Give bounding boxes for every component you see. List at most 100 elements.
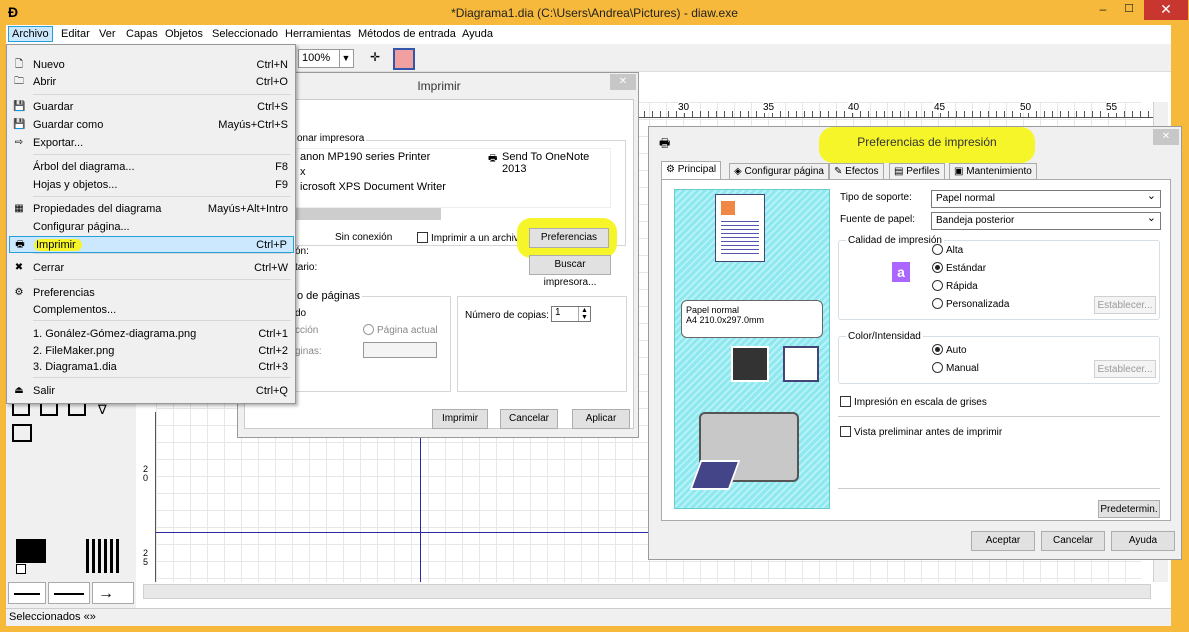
menu-item-1-gonález-gómez-diagrama-png[interactable]: 1. Gonález-Gómez-diagrama.png Ctrl+1 (9, 326, 294, 343)
menu-item-propiedades-del-diagrama[interactable]: ▦ Propiedades del diagrama Mayús+Alt+Intro (9, 201, 294, 218)
tab-mantenimiento[interactable]: ▣ Mantenimiento (949, 163, 1037, 180)
zoom-select[interactable]: 100% ▼ (298, 49, 354, 68)
spinner-icon[interactable]: ▲ ▼ (578, 307, 590, 321)
range-all[interactable]: do (295, 308, 306, 319)
defaults-button[interactable]: Predetermin. (1098, 500, 1160, 518)
menu-metodos[interactable]: Métodos de entrada (358, 28, 456, 40)
printer-item[interactable]: icrosoft XPS Document Writer (300, 181, 446, 193)
apply-button[interactable]: Aplicar (572, 409, 630, 429)
menu-item-shortcut: Ctrl+S (257, 101, 288, 113)
quality-personalizada[interactable]: Personalizada (932, 298, 1009, 310)
tab-configurar[interactable]: ◈ Configurar página (729, 163, 829, 180)
menu-item-shortcut: Ctrl+N (256, 59, 288, 71)
quality-estandar[interactable]: Estándar (932, 262, 986, 274)
print-dialog-close-button[interactable]: ✕ (610, 74, 636, 90)
menu-seleccionado[interactable]: Seleccionado (212, 28, 278, 40)
shape-arrow-icon[interactable]: ∇ (98, 402, 107, 418)
print-button[interactable]: Imprimir (432, 409, 488, 429)
menu-item-preferencias[interactable]: ⚙ Preferencias (9, 285, 294, 302)
menu-item-configurar-página[interactable]: Configurar página... (9, 219, 294, 236)
paper-source-select[interactable]: Bandeja posterior (931, 210, 1161, 230)
minimize-button[interactable]: – (1090, 2, 1116, 20)
menu-item-nuevo[interactable]: 🗋 Nuevo Ctrl+N (9, 57, 294, 74)
printer-item[interactable]: anon MP190 series Printer (300, 151, 430, 163)
menu-item-2-filemaker-png[interactable]: 2. FileMaker.png Ctrl+2 (9, 343, 294, 360)
menu-item-shortcut: Ctrl+W (254, 262, 288, 274)
maximize-button[interactable]: ☐ (1116, 2, 1142, 20)
printer-list[interactable]: anon MP190 series Printer 🖶 Send To OneN… (291, 148, 611, 208)
menu-ver[interactable]: Ver (99, 28, 116, 40)
menu-item-label: Propiedades del diagrama (33, 203, 162, 215)
toolbox: ∇ → (6, 402, 136, 608)
menu-objetos[interactable]: Objetos (165, 28, 203, 40)
menu-item-hojas-y-objetos[interactable]: Hojas y objetos... F9 (9, 177, 294, 194)
tab-principal[interactable]: ⚙ Principal (661, 161, 722, 180)
printer-list-scrollbar[interactable] (291, 208, 441, 220)
menu-item-abrir[interactable]: 🗀 Abrir Ctrl+O (9, 74, 294, 91)
preferences-icon: ⚙ (14, 287, 24, 298)
close-button[interactable]: ✕ (1144, 0, 1188, 20)
shape-triangle-icon[interactable] (68, 404, 86, 416)
page-range-title: o de páginas (295, 290, 362, 302)
line-width-icon[interactable] (86, 539, 122, 573)
menu-item-shortcut: F9 (275, 179, 288, 191)
menu-capas[interactable]: Capas (126, 28, 158, 40)
tab-perfiles[interactable]: ▤ Perfiles (889, 163, 945, 180)
color-toggle-icon[interactable] (393, 48, 415, 70)
color-set-button[interactable]: Establecer... (1094, 360, 1156, 378)
menu-archivo[interactable]: Archivo (8, 26, 53, 42)
menu-item-label: Configurar página... (33, 221, 130, 233)
print-to-file-checkbox[interactable]: Imprimir a un archivo (417, 232, 524, 244)
preferences-button[interactable]: Preferencias (529, 228, 609, 248)
preview-pane: Papel normal A4 210.0x297.0mm (674, 189, 830, 509)
menu-item-exportar[interactable]: ⇨ Exportar... (9, 135, 294, 152)
tab-efectos[interactable]: ✎ Efectos (829, 163, 884, 180)
snap-grid-icon[interactable]: ✛ (366, 50, 384, 68)
menu-item-salir[interactable]: ⏏ Salir Ctrl+Q (9, 383, 294, 400)
quality-rapida[interactable]: Rápida (932, 280, 978, 292)
printer-item[interactable]: x (300, 166, 306, 178)
prefs-cancel-button[interactable]: Cancelar (1041, 531, 1105, 551)
menu-item-guardar-como[interactable]: 💾 Guardar como Mayús+Ctrl+S (9, 117, 294, 134)
background-color-icon[interactable] (16, 564, 26, 574)
duplex-icon (731, 346, 769, 382)
print-preferences-dialog: 🖶 Preferencias de impresión ✕ ⚙ Principa… (648, 126, 1182, 560)
color-manual[interactable]: Manual (932, 362, 979, 374)
cancel-button[interactable]: Cancelar (500, 409, 558, 429)
menu-item-complementos[interactable]: Complementos... (9, 302, 294, 319)
menu-item-cerrar[interactable]: ✖ Cerrar Ctrl+W (9, 260, 294, 277)
line-style-mid[interactable] (48, 582, 90, 604)
foreground-color-icon[interactable] (16, 539, 46, 563)
menu-separator (33, 253, 291, 254)
quality-set-button[interactable]: Establecer... (1094, 296, 1156, 314)
grayscale-checkbox[interactable]: Impresión en escala de grises (840, 396, 987, 408)
scrollbar-horizontal[interactable] (143, 584, 1151, 599)
menu-ayuda[interactable]: Ayuda (462, 28, 493, 40)
media-type-select[interactable]: Papel normal (931, 188, 1161, 208)
shape-box-icon[interactable] (12, 424, 32, 442)
copies-input[interactable]: 1 ▲ ▼ (551, 306, 591, 322)
menu-item-3-diagrama1-dia[interactable]: 3. Diagrama1.dia Ctrl+3 (9, 359, 294, 376)
prefs-close-button[interactable]: ✕ (1153, 129, 1179, 145)
printer-item[interactable]: Send To OneNote 2013 (502, 151, 610, 175)
menu-herramientas[interactable]: Herramientas (285, 28, 351, 40)
line-style-start[interactable] (8, 582, 46, 604)
menu-item-guardar[interactable]: 💾 Guardar Ctrl+S (9, 99, 294, 116)
range-current-radio[interactable]: Página actual (363, 324, 438, 336)
quality-rapida-label: Rápida (946, 281, 978, 292)
close-icon: ✖ (14, 262, 24, 273)
help-button[interactable]: Ayuda (1111, 531, 1175, 551)
shape-rectangle-icon[interactable] (12, 404, 30, 416)
preview-checkbox[interactable]: Vista preliminar antes de imprimir (840, 426, 1002, 438)
range-selection[interactable]: cción (295, 325, 318, 336)
color-auto[interactable]: Auto (932, 344, 967, 356)
menu-item-árbol-del-diagrama[interactable]: Árbol del diagrama... F8 (9, 159, 294, 176)
shape-document-icon[interactable] (40, 404, 58, 416)
ok-button[interactable]: Aceptar (971, 531, 1035, 551)
quality-alta[interactable]: Alta (932, 244, 963, 256)
find-printer-button[interactable]: Buscar impresora... (529, 255, 611, 288)
line-style-end[interactable]: → (92, 582, 134, 604)
menu-editar[interactable]: Editar (61, 28, 90, 40)
menu-item-imprimir[interactable]: 🖶 Imprimir Ctrl+P (9, 236, 294, 253)
range-pages-input[interactable] (363, 342, 437, 358)
